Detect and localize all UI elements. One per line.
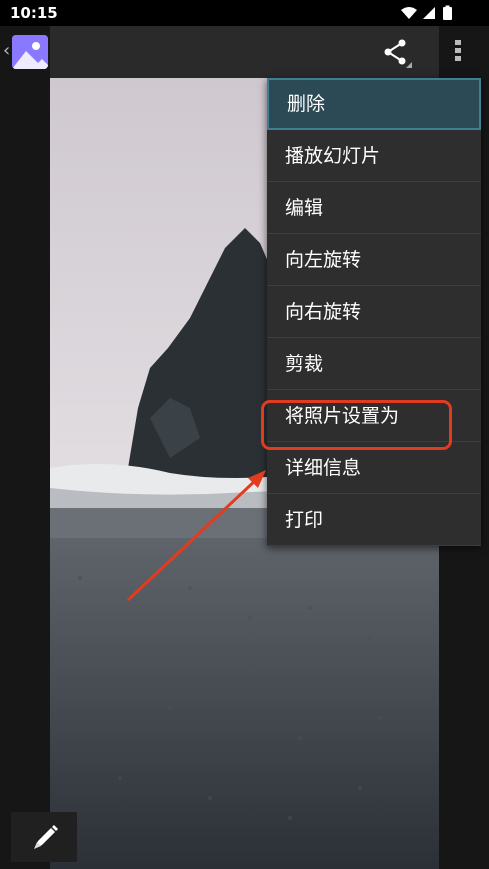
annotation-arrow <box>126 470 266 602</box>
